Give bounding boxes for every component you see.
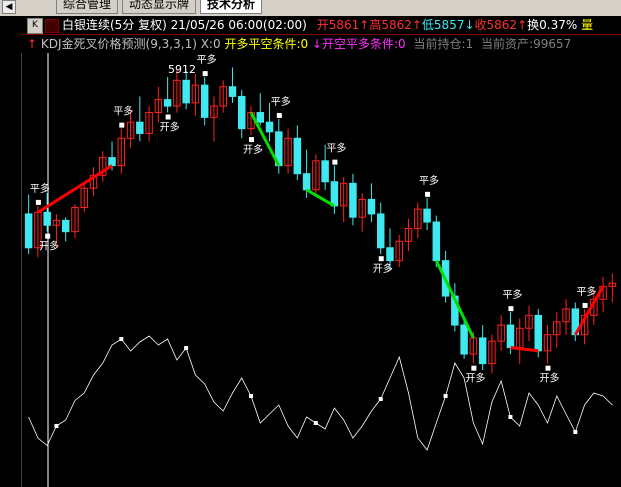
signal-line [249, 111, 281, 167]
signal-marker [276, 112, 282, 118]
open-price: 开5861 [316, 18, 360, 32]
candle-body [321, 160, 329, 183]
tab-bar: ◀ 综合管理 动态显示牌 技术分析 [0, 0, 621, 16]
volume-label: 量 [581, 18, 594, 32]
kdj-marker [54, 424, 59, 428]
candle-body [293, 137, 302, 175]
sell-tag: 平多 [30, 182, 50, 195]
buy-tag: 开多 [465, 372, 485, 385]
candle-body [136, 121, 144, 134]
candle-body [256, 112, 265, 123]
kdj-marker [573, 430, 578, 434]
sell-tag: 平多 [502, 288, 522, 301]
candle-body [432, 221, 441, 262]
candle-body [108, 157, 116, 167]
up-arrow-icon: ↑ [359, 18, 370, 32]
kdj-line [28, 335, 613, 451]
signal-marker [332, 159, 338, 165]
sell-tag: 平多 [271, 95, 291, 108]
buy-tag: 开多 [39, 240, 59, 253]
signal-marker [545, 365, 551, 371]
menu-icon[interactable] [45, 18, 59, 33]
kdj-marker [378, 397, 383, 401]
candle-body [163, 99, 172, 107]
sell-tag: 平多 [419, 174, 439, 187]
current-assets: 当前资产:99657 [481, 37, 572, 51]
candle-body [24, 213, 33, 249]
signal-marker [508, 306, 514, 312]
sell-tag: 平多 [197, 53, 217, 66]
formula-bar: ↑ KDJ金死叉价格预测(9,3,3,1) X:0 开多平空条件:0 ↓开空平多… [21, 35, 621, 53]
candle-body [200, 84, 209, 118]
instrument-title: 白银连续(5分 复权) 21/05/26 06:00(02:00) [62, 18, 307, 32]
quote-header: K 白银连续(5分 复权) 21/05/26 06:00(02:00) 开5861… [21, 16, 621, 35]
candle-body [349, 182, 357, 218]
candle-body [386, 247, 394, 262]
buy-tag: 开多 [160, 121, 180, 134]
signal-marker [471, 365, 477, 371]
kdj-marker [249, 394, 254, 398]
tab-dynamic-board[interactable]: 动态显示牌 [122, 0, 197, 14]
signal-line [510, 346, 539, 353]
turnover-rate: 换0.37% [527, 18, 578, 32]
signal-marker [202, 71, 208, 77]
tab-scroll-left-icon[interactable]: ◀ [2, 0, 16, 14]
candle-body [302, 173, 311, 191]
high-price: 高5862 [369, 18, 412, 32]
down-arrow-icon: ↓ [464, 18, 475, 32]
signal-marker [45, 233, 51, 239]
candle-body [506, 324, 515, 349]
buy-condition: 开多平空条件:0 [224, 37, 309, 51]
candle-body [43, 211, 51, 226]
k-button[interactable]: K [27, 17, 43, 34]
kdj-marker [119, 337, 124, 341]
tab-technical-analysis[interactable]: 技术分析 [200, 0, 263, 14]
formula-name[interactable]: KDJ金死叉价格预测(9,3,3,1) X:0 [41, 37, 221, 51]
up-arrow-icon: ↑ [411, 18, 422, 32]
signal-marker [582, 302, 588, 308]
candle-body [460, 324, 468, 355]
tab-overview[interactable]: 综合管理 [56, 0, 119, 14]
buy-tag: 开多 [540, 372, 560, 385]
signal-marker [249, 137, 255, 143]
up-arrow-icon: ↑ [517, 18, 528, 32]
candle-body [423, 208, 431, 223]
signal-marker [378, 256, 384, 262]
formula-toggle-icon[interactable]: ↑ [27, 37, 37, 51]
kdj-marker [184, 346, 189, 350]
candle-body [367, 198, 376, 215]
sell-condition: 开空平多条件:0 [322, 37, 406, 51]
price-label: 5912 [168, 63, 196, 76]
down-arrow-icon: ↓ [311, 37, 323, 51]
current-position: 当前持仓:1 [413, 37, 474, 51]
sell-tag: 平多 [577, 285, 597, 298]
buy-tag: 开多 [243, 143, 263, 156]
kdj-marker [313, 421, 318, 425]
candle-body [61, 219, 70, 233]
candle-body [265, 121, 274, 133]
kline-chart[interactable]: 平多开多平多开多平多开多平多平多开多平多开多平多开多平多5912 [0, 53, 621, 487]
sell-tag: 平多 [326, 142, 346, 155]
candle-body [182, 79, 190, 104]
candle-body [237, 95, 246, 130]
candle-body [478, 337, 487, 365]
candle-body [376, 213, 385, 249]
low-price: 低5857 [421, 18, 465, 32]
signal-marker [35, 199, 41, 205]
signal-marker [165, 114, 171, 120]
buy-tag: 开多 [373, 262, 393, 275]
kdj-marker [508, 415, 513, 419]
candle-body [534, 314, 542, 352]
kdj-marker [443, 394, 448, 398]
sell-tag: 平多 [113, 105, 133, 118]
signal-marker [425, 191, 431, 197]
signal-line [305, 188, 336, 208]
signal-marker [119, 122, 125, 128]
close-price: 收5862 [474, 18, 518, 32]
candle-body [228, 86, 237, 97]
candle-body [330, 181, 339, 207]
